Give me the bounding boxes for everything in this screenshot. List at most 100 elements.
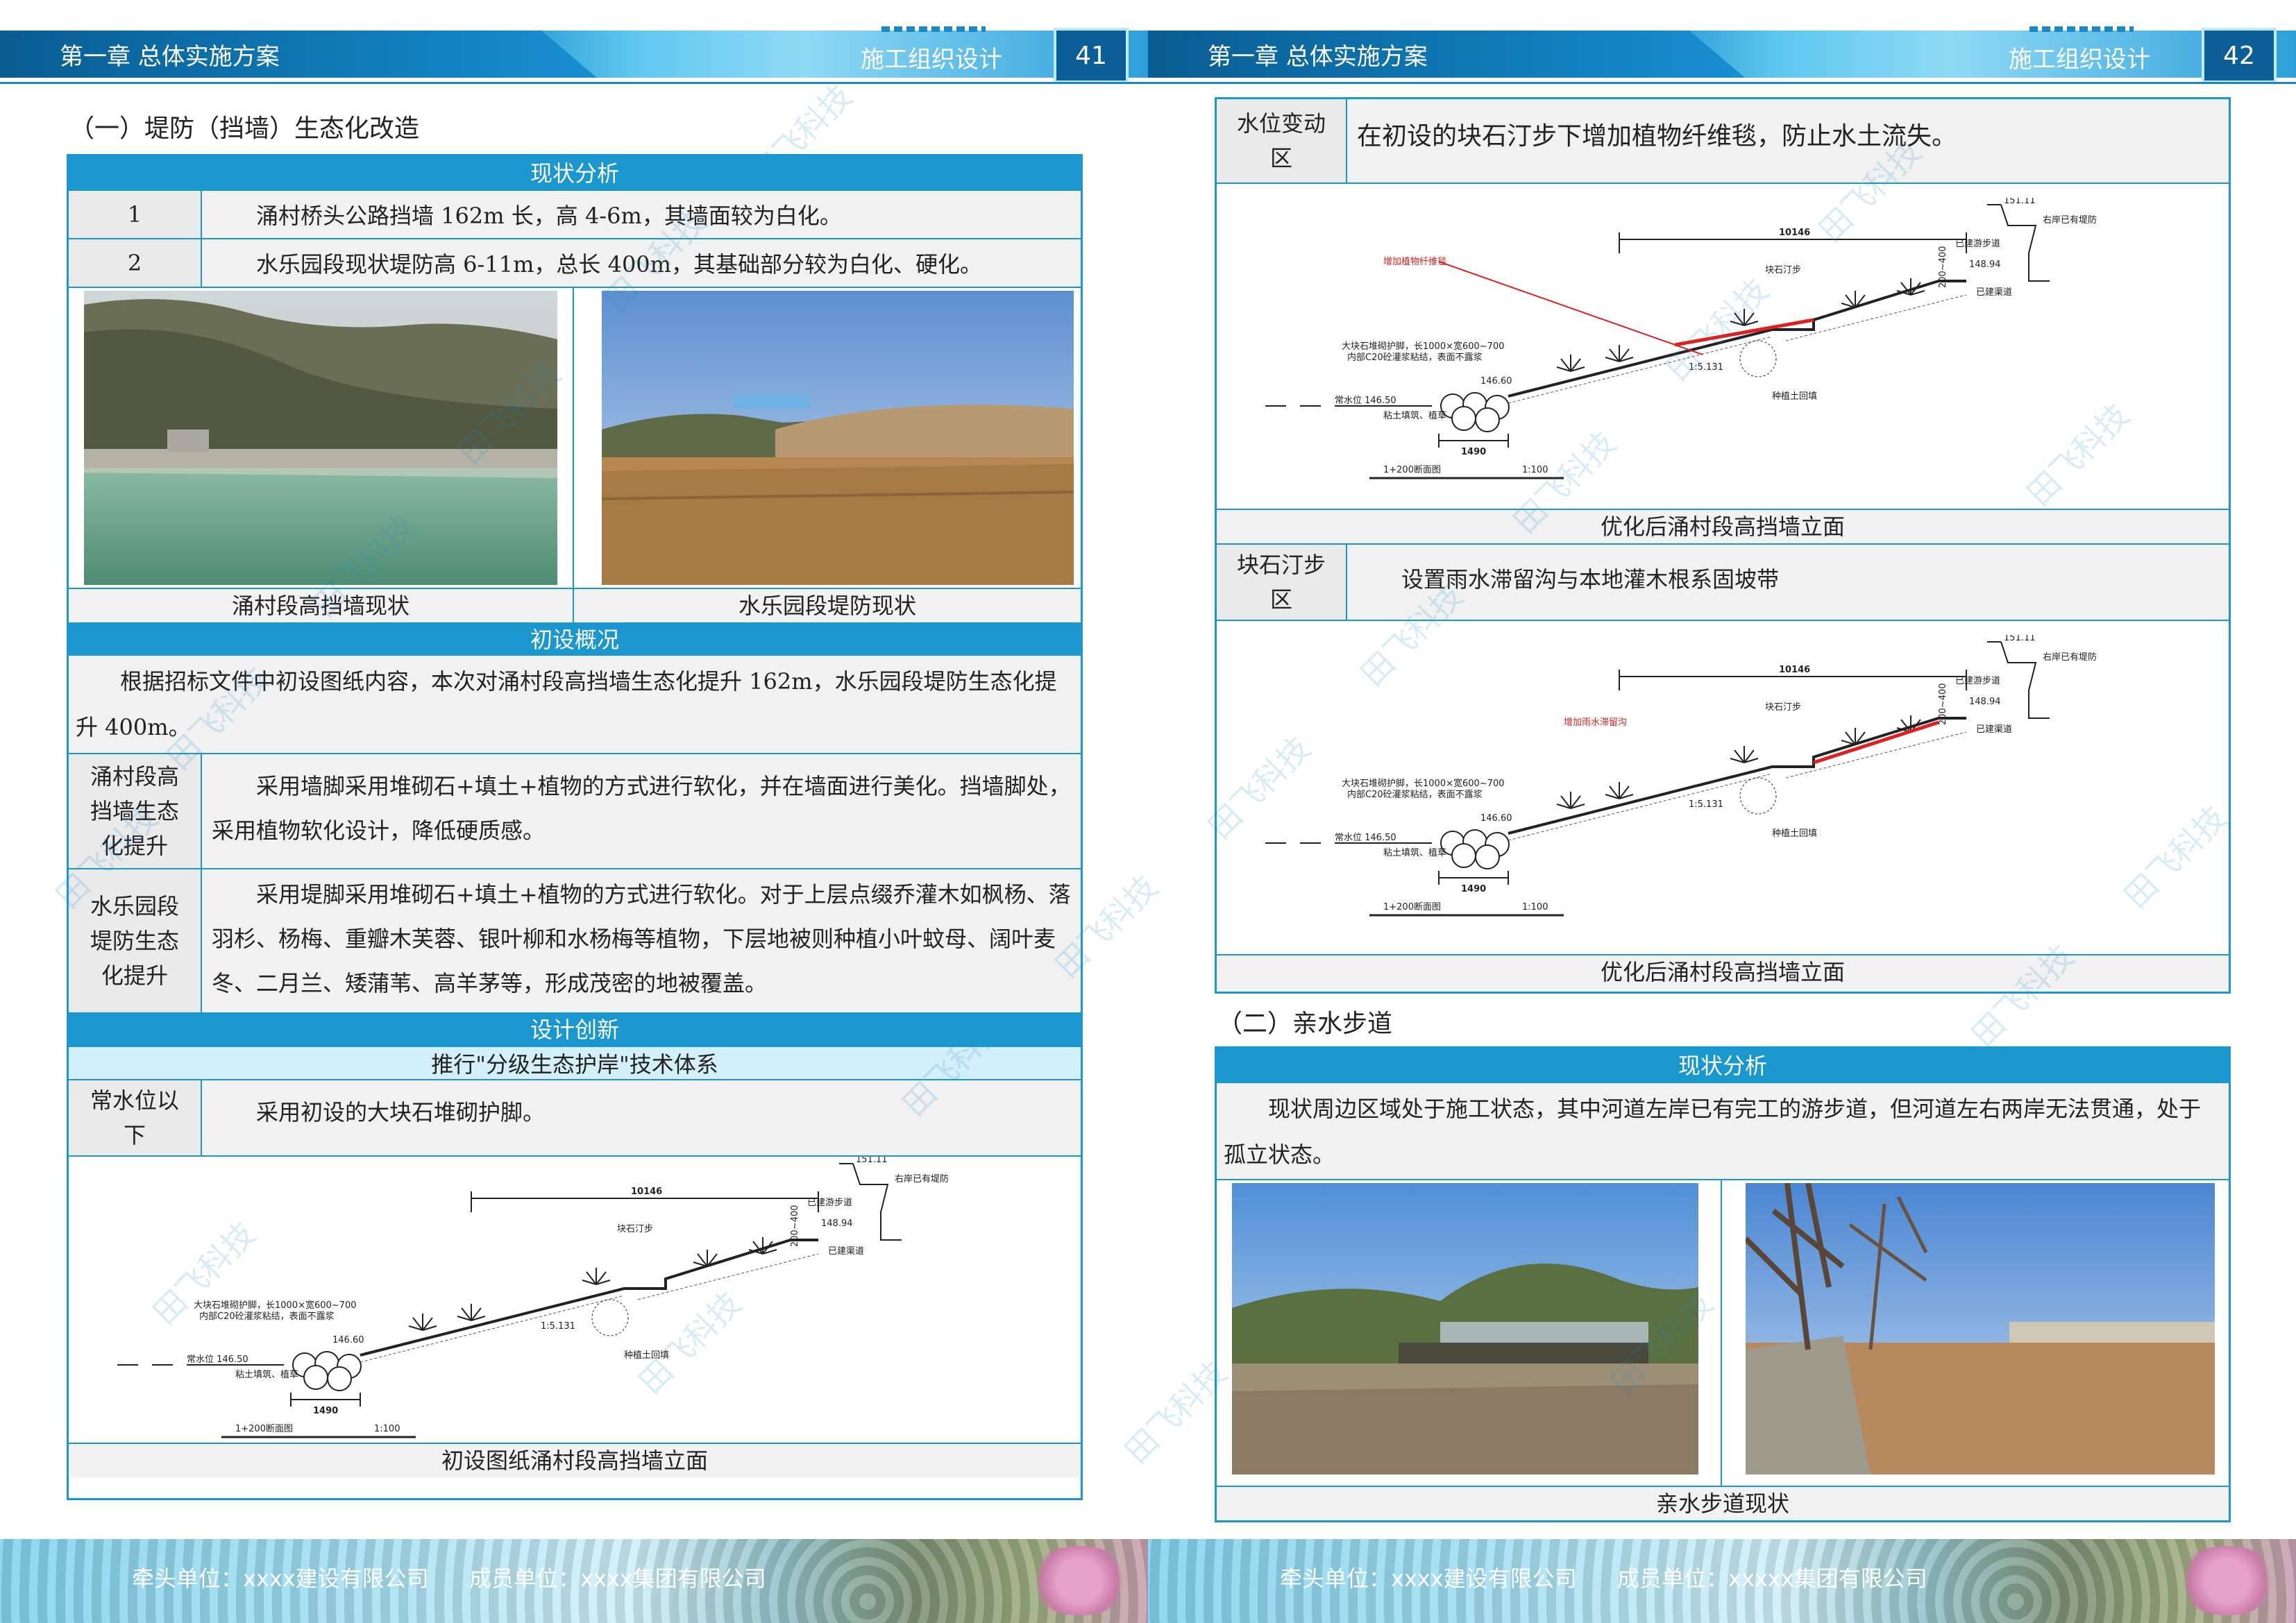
- label-fill: 种植土回填: [1772, 391, 1817, 402]
- plant-symbol: [457, 1304, 486, 1321]
- lead-unit: 牵头单位：xxxx建设有限公司: [132, 1565, 429, 1592]
- elevation-label: 148.94: [1969, 697, 2001, 707]
- red-annotation: 增加植物纤维毯: [1383, 257, 1446, 267]
- member-unit: 成员单位：xxxx集团有限公司: [469, 1565, 766, 1592]
- water-level-label: 常水位 146.50: [1335, 833, 1396, 843]
- slope-line: [360, 1239, 818, 1357]
- page-number: 42: [2202, 28, 2277, 83]
- dimension-line: [1438, 434, 1509, 448]
- eco-table: 现状分析 1 涌村桥头公路挡墙 162m 长，高 4-6m，其墙面较为白化。 2…: [67, 154, 1083, 1500]
- photo-embankment: [602, 291, 1074, 585]
- page-right: 第一章 总体实施方案 施工组织设计 42 水位变动区 在初设的块石汀步下增加植物…: [1148, 0, 2296, 1623]
- dimension-label: 10146: [1779, 228, 1810, 238]
- section-name: 1+200断面图: [1383, 902, 1441, 912]
- label-step: 块石汀步: [1765, 265, 1801, 275]
- section-drawing: 常水位 146.50 10146 1490 151.11 148.94 146.60 右岸已…: [1244, 635, 2202, 947]
- elevation-label: 146.60: [332, 1335, 364, 1345]
- section-name: 1+200断面图: [1383, 465, 1441, 475]
- dimension-label: 10146: [631, 1187, 662, 1197]
- section-drawing: 常水位 146.50 10146 1490 151.11 148.94 146.60 右岸已…: [1244, 198, 2202, 503]
- elevation-label: 146.60: [1480, 376, 1512, 386]
- chapter-title: 第一章 总体实施方案: [60, 43, 280, 71]
- elevation-label: 151.11: [856, 1157, 888, 1165]
- photo-caption-row: 涌村段高挡墙现状 水乐园段堤防现状: [69, 589, 1081, 624]
- red-annotation: 增加雨水滞留沟: [1564, 717, 1627, 728]
- label-soil: 粘土填筑、植草: [1383, 847, 1446, 858]
- table-row: 1 涌村桥头公路挡墙 162m 长，高 4-6m，其墙面较为白化。: [69, 191, 1081, 239]
- photo-retaining-wall: [84, 291, 557, 585]
- member-unit: 成员单位：xxxxx集团有限公司: [1617, 1565, 1927, 1592]
- dimension-label: 1490: [1461, 447, 1486, 457]
- label-walkway: 已建游步道: [807, 1198, 852, 1208]
- slope-hatch: [1508, 294, 1967, 404]
- status-bar: 现状分析: [1217, 1048, 2229, 1083]
- slope-line: [1508, 280, 1966, 398]
- page-footer: 牵头单位：xxxx建设有限公司 成员单位：xxxxx集团有限公司: [1148, 1539, 2296, 1623]
- prelim-bar: 初设概况: [69, 624, 1081, 656]
- table-row: 常水位以下 采用初设的大块石堆砌护脚。: [69, 1080, 1081, 1157]
- page-number: 41: [1054, 28, 1129, 83]
- label-stone: 大块石堆砌护脚，长1000×宽600~700: [1342, 341, 1505, 352]
- stone: [303, 1365, 328, 1390]
- drawing-area: 常水位 146.50 10146 1490 151.11 148.94 146.60 右岸已…: [1217, 621, 2229, 954]
- label-stone-detail: 内部C20砼灌浆粘结，表面不露浆: [1347, 352, 1483, 363]
- fill-zone: [1739, 340, 1777, 377]
- plant-symbol: [1841, 728, 1870, 745]
- plant-symbol: [693, 1250, 722, 1267]
- drawing-caption: 初设图纸涌村段高挡墙立面: [69, 1443, 1081, 1477]
- label-right-bank: 右岸已有堤防: [895, 1173, 949, 1184]
- label-stone: 大块石堆砌护脚，长1000×宽600~700: [194, 1300, 357, 1311]
- dimension-line: [290, 1393, 361, 1407]
- photo-river-left: [1232, 1183, 1698, 1475]
- table-row: 2 水乐园段现状堤防高 6-11m，总长 400m，其基础部分较为白化、硬化。: [69, 239, 1081, 288]
- dimension-label: 10146: [1779, 665, 1810, 675]
- plant-symbol: [1605, 782, 1634, 799]
- slope-hatch: [1508, 731, 1967, 841]
- page-left: 第一章 总体实施方案 施工组织设计 41 （一）堤防（挡墙）生态化改造 现状分析…: [0, 0, 1148, 1623]
- red-leader: [1438, 261, 1703, 355]
- label-stone-detail: 内部C20砼灌浆粘结，表面不露浆: [199, 1311, 335, 1322]
- label-slope: 1:5.131: [1689, 362, 1723, 373]
- label-soil: 粘土填筑、植草: [1383, 410, 1446, 421]
- elevation-label: 146.60: [1480, 813, 1512, 824]
- elevation-label: 148.94: [821, 1218, 853, 1229]
- stone: [327, 1366, 352, 1391]
- label-height: 200~400: [1938, 683, 1948, 725]
- elevation-label: 148.94: [1969, 260, 2001, 270]
- label-right-bank: 右岸已有堤防: [2043, 652, 2097, 663]
- slope-hatch: [360, 1253, 819, 1363]
- page-footer: 牵头单位：xxxx建设有限公司 成员单位：xxxx集团有限公司: [0, 1539, 1148, 1623]
- status-bar: 现状分析: [69, 156, 1081, 191]
- photo-row: [69, 288, 1081, 589]
- drawing-caption: 优化后涌村段高挡墙立面: [1217, 509, 2229, 545]
- label-slope: 1:5.131: [1689, 799, 1723, 810]
- stone: [1475, 407, 1500, 432]
- plant-symbol: [1730, 746, 1759, 763]
- label-fill: 种植土回填: [624, 1350, 669, 1361]
- photo-caption: 亲水步道现状: [1217, 1487, 2229, 1520]
- photo-row: [1217, 1180, 2229, 1487]
- label-walkway: 已建游步道: [1955, 239, 2000, 249]
- photo-caption: 水乐园段堤防现状: [574, 589, 1081, 622]
- plant-symbol: [1605, 345, 1634, 362]
- stone: [1475, 844, 1500, 869]
- label-step: 块石汀步: [617, 1224, 653, 1234]
- page-header: 第一章 总体实施方案 施工组织设计 42: [1148, 0, 2296, 84]
- table-row: 水乐园段堤防生态化提升 采用堤脚采用堆砌石+填土+植物的方式进行软化。对于上层点…: [69, 869, 1081, 1014]
- drawing-area: 常水位 146.50 10146 1490 151.11 148.94 146.60 右岸已…: [1217, 184, 2229, 509]
- label-channel: 已建渠道: [1976, 287, 2012, 298]
- plant-symbol: [1841, 291, 1870, 308]
- section-scale: 1:100: [1522, 465, 1548, 475]
- label-stone-detail: 内部C20砼灌浆粘结，表面不露浆: [1347, 789, 1483, 800]
- water-level-label: 常水位 146.50: [1335, 396, 1396, 406]
- label-soil: 粘土填筑、植草: [235, 1369, 298, 1380]
- status-text: 现状周边区域处于施工状态，其中河道左岸已有完工的游步道，但河道左右两岸无法贯通，…: [1217, 1083, 2229, 1180]
- label-step: 块石汀步: [1765, 702, 1801, 713]
- fill-zone: [591, 1299, 629, 1336]
- label-channel: 已建渠道: [828, 1246, 864, 1257]
- water-level-label: 常水位 146.50: [187, 1354, 248, 1365]
- section-scale: 1:100: [374, 1424, 400, 1434]
- walkway-table: 现状分析 现状周边区域处于施工状态，其中河道左岸已有完工的游步道，但河道左右两岸…: [1215, 1046, 2231, 1522]
- drawing-area: 常水位 146.50 10146 1490 151.11 148.94 146.60 右岸已…: [69, 1157, 1081, 1443]
- label-height: 200~400: [1938, 246, 1948, 288]
